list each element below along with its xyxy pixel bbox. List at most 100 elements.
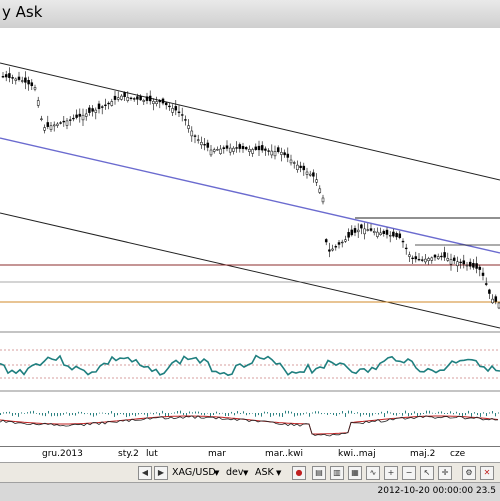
- candle-body: [228, 147, 232, 153]
- symbol-selector[interactable]: XAG/USD: [172, 466, 216, 480]
- macd-bar: [237, 411, 238, 414]
- candle-body: [481, 272, 485, 276]
- candle-body: [46, 122, 50, 127]
- pair-dropdown[interactable]: dev: [226, 466, 244, 480]
- candle-body: [97, 103, 101, 110]
- candle-body: [145, 96, 149, 101]
- macd-bar: [177, 410, 178, 414]
- macd-bar: [372, 413, 373, 416]
- candle-body: [318, 188, 322, 193]
- candle-body: [120, 95, 123, 100]
- candle-body: [440, 255, 443, 258]
- macd-bar: [132, 413, 133, 415]
- scroll-right-icon[interactable]: ▶: [154, 466, 168, 480]
- candle-body: [33, 87, 37, 90]
- macd-bar: [201, 413, 202, 415]
- macd-bar: [324, 413, 325, 414]
- price-dropdown[interactable]: ASK: [255, 466, 274, 480]
- candle-body: [75, 114, 78, 118]
- candle-body: [43, 127, 46, 131]
- candle-body: [414, 256, 418, 260]
- bars-icon[interactable]: ▥: [330, 466, 344, 480]
- macd-bar: [360, 413, 361, 417]
- candle-body: [187, 125, 190, 129]
- macd-bar: [186, 413, 187, 416]
- macd-bar: [126, 413, 127, 418]
- macd-bar: [432, 412, 433, 414]
- crosshair-icon[interactable]: ✛: [438, 466, 452, 480]
- candle-body: [382, 230, 386, 234]
- candle-body: [219, 148, 222, 154]
- macd-line: [0, 415, 499, 437]
- macd-bar: [168, 413, 169, 417]
- candles-icon[interactable]: ▦: [348, 466, 362, 480]
- candle-body: [11, 77, 14, 79]
- channel-lower-line[interactable]: [0, 212, 500, 329]
- candle-body: [289, 159, 293, 164]
- macd-bar: [75, 413, 76, 416]
- macd-bar: [453, 413, 454, 415]
- chart-type-icon[interactable]: ▤: [312, 466, 326, 480]
- x-label: lut: [146, 449, 158, 459]
- macd-bar: [231, 411, 232, 414]
- x-label: sty.2: [118, 449, 139, 459]
- candle-body: [344, 239, 347, 242]
- zoom-in-icon[interactable]: +: [384, 466, 398, 480]
- macd-bar: [159, 413, 160, 416]
- candle-body: [427, 258, 430, 262]
- macd-bar: [174, 412, 175, 414]
- candle-body: [110, 101, 114, 106]
- cursor-icon[interactable]: ↖: [420, 466, 434, 480]
- candle-body: [478, 266, 482, 270]
- pair-dropdown-icon[interactable]: ▼: [243, 466, 248, 480]
- candle-body: [488, 289, 491, 294]
- line-icon[interactable]: ∿: [366, 466, 380, 480]
- macd-bar: [291, 411, 292, 414]
- macd-bar: [90, 413, 91, 416]
- status-datetime: 2012-10-20 00:00:00 23.5: [377, 486, 497, 496]
- candle-body: [184, 119, 187, 121]
- candle-body: [62, 120, 66, 123]
- candle-body: [17, 76, 21, 80]
- macd-bar: [150, 412, 151, 414]
- chart-area[interactable]: [0, 28, 500, 460]
- marker-icon[interactable]: ●: [292, 466, 306, 480]
- macd-bar: [450, 411, 451, 414]
- macd-bar: [60, 413, 61, 416]
- scroll-left-icon[interactable]: ◀: [138, 466, 152, 480]
- macd-bar: [108, 413, 109, 415]
- candle-body: [4, 74, 8, 78]
- symbol-dropdown-icon[interactable]: ▼: [214, 466, 219, 480]
- candle-body: [436, 256, 440, 260]
- macd-bar: [192, 412, 193, 414]
- window-title: y Ask: [2, 3, 43, 21]
- candle-body: [56, 123, 59, 126]
- settings-icon[interactable]: ⚙: [462, 466, 476, 480]
- price-chart[interactable]: [0, 28, 500, 460]
- macd-bar: [264, 411, 265, 414]
- macd-bar: [429, 410, 430, 414]
- close-icon[interactable]: ✕: [480, 466, 494, 480]
- channel-upper-line[interactable]: [0, 62, 500, 181]
- zoom-out-icon[interactable]: −: [402, 466, 416, 480]
- candle-body: [456, 261, 459, 267]
- macd-bar: [6, 411, 7, 414]
- macd-bar: [312, 412, 313, 414]
- macd-bar: [441, 411, 442, 414]
- macd-bar: [3, 412, 4, 414]
- candle-body: [206, 142, 210, 148]
- candle-body: [372, 231, 376, 233]
- candle-body: [59, 122, 62, 124]
- macd-bar: [222, 412, 223, 414]
- macd-bar: [462, 413, 463, 417]
- macd-bar: [66, 412, 67, 414]
- candle-body: [305, 171, 309, 175]
- candle-body: [232, 147, 235, 152]
- candle-body: [107, 102, 110, 105]
- macd-bar: [444, 413, 445, 414]
- channel-mid-line[interactable]: [0, 137, 500, 254]
- price-dropdown-icon[interactable]: ▼: [276, 466, 281, 480]
- macd-bar: [0, 413, 1, 415]
- macd-bar: [45, 413, 46, 417]
- macd-bar: [330, 413, 331, 414]
